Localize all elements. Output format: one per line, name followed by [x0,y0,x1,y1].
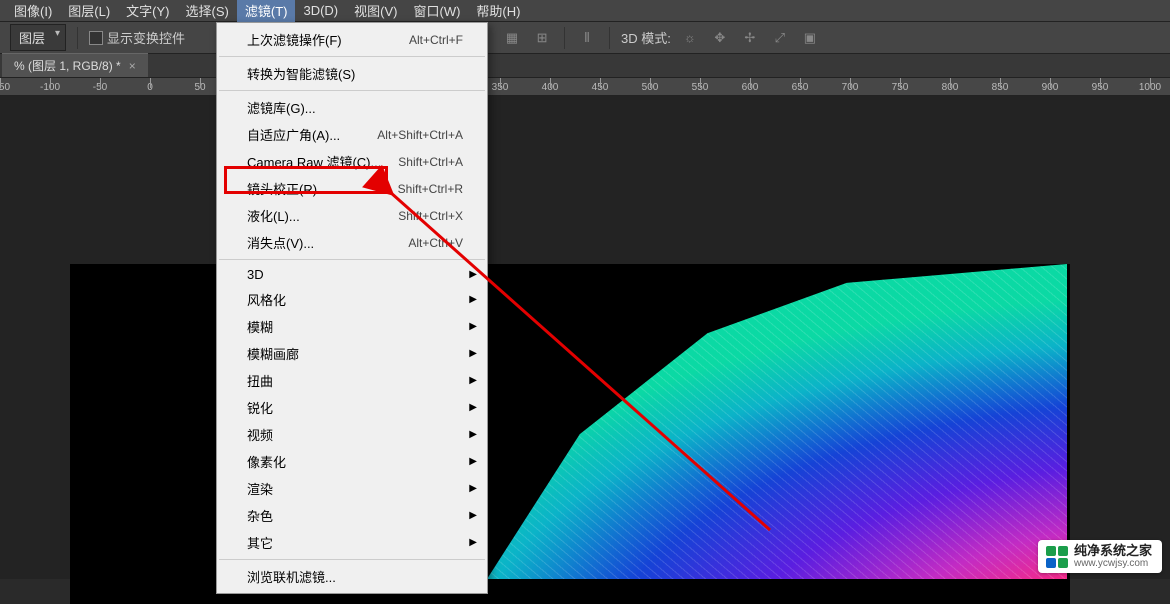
menu-label: 杂色 [247,506,273,525]
checkbox-icon [89,31,103,45]
menu-item[interactable]: 窗口(W) [405,0,468,22]
menu-submenu[interactable]: 锐化 ▶ [217,394,487,421]
menubar: 图像(I)图层(L)文字(Y)选择(S)滤镜(T)3D(D)视图(V)窗口(W)… [0,0,1170,22]
menu-submenu[interactable]: 模糊画廊 ▶ [217,340,487,367]
chevron-right-icon: ▶ [469,483,477,494]
document-tab-bar: % (图层 1, RGB/8) * × [0,54,1170,78]
menu-shortcut: Alt+Ctrl+V [408,236,463,250]
separator [564,27,565,49]
menu-label: 消失点(V)... [247,233,314,252]
chevron-right-icon: ▶ [469,269,477,280]
layer-dropdown[interactable]: 图层 [10,24,66,51]
menu-item[interactable]: 液化(L)... Shift+Ctrl+X [217,202,487,229]
document-tab[interactable]: % (图层 1, RGB/8) * × [2,53,148,77]
chevron-right-icon: ▶ [469,537,477,548]
align-icon[interactable]: ▦ [501,27,523,49]
chevron-right-icon: ▶ [469,429,477,440]
tab-title: % (图层 1, RGB/8) * [14,57,121,74]
menu-item[interactable]: 消失点(V)... Alt+Ctrl+V [217,229,487,256]
separator [609,27,610,49]
camera-icon[interactable]: ▣ [799,27,821,49]
show-transform-checkbox[interactable]: 显示变换控件 [89,28,185,47]
menu-label: 锐化 [247,398,273,417]
menu-last-filter[interactable]: 上次滤镜操作(F) Alt+Ctrl+F [217,26,487,53]
watermark-url: www.ycwjsy.com [1074,559,1152,569]
menu-label: 液化(L)... [247,206,300,225]
menu-submenu[interactable]: 3D ▶ [217,263,487,286]
distribute-icon[interactable]: ⫴ [576,27,598,49]
menu-submenu[interactable]: 模糊 ▶ [217,313,487,340]
menu-separator [219,56,485,57]
chevron-right-icon: ▶ [469,375,477,386]
checkbox-label: 显示变换控件 [107,28,185,47]
menu-submenu[interactable]: 扭曲 ▶ [217,367,487,394]
menu-submenu[interactable]: 其它 ▶ [217,529,487,556]
menu-item[interactable]: 滤镜(T) [237,0,296,22]
menu-label: 模糊 [247,317,273,336]
menu-item[interactable]: 视图(V) [346,0,405,22]
menu-shortcut: Shift+Ctrl+X [398,209,463,223]
watermark-logo-icon [1046,546,1068,568]
watermark: 纯净系统之家 www.ycwjsy.com [1038,540,1162,573]
menu-item[interactable]: 图像(I) [6,0,60,22]
menu-submenu[interactable]: 杂色 ▶ [217,502,487,529]
menu-item[interactable]: 滤镜库(G)... [217,94,487,121]
menu-label: 渲染 [247,479,273,498]
filter-menu: 上次滤镜操作(F) Alt+Ctrl+F 转换为智能滤镜(S) 滤镜库(G)..… [216,22,488,594]
menu-label: 模糊画廊 [247,344,299,363]
menu-item[interactable]: 选择(S) [178,0,237,22]
menu-item[interactable]: 3D(D) [295,1,346,20]
menu-item[interactable]: Camera Raw 滤镜(C)... Shift+Ctrl+A [217,148,487,175]
separator [77,27,78,49]
chevron-right-icon: ▶ [469,348,477,359]
menu-submenu[interactable]: 视频 ▶ [217,421,487,448]
menu-smart-filter[interactable]: 转换为智能滤镜(S) [217,60,487,87]
menu-submenu[interactable]: 像素化 ▶ [217,448,487,475]
menu-label: 转换为智能滤镜(S) [247,64,355,83]
move-icon[interactable]: ✢ [739,27,761,49]
menu-submenu[interactable]: 渲染 ▶ [217,475,487,502]
chevron-right-icon: ▶ [469,294,477,305]
menu-separator [219,559,485,560]
pan-icon[interactable]: ✥ [709,27,731,49]
menu-label: 视频 [247,425,273,444]
chevron-right-icon: ▶ [469,321,477,332]
menu-label: 像素化 [247,452,286,471]
chevron-right-icon: ▶ [469,510,477,521]
mode-label: 3D 模式: [621,28,671,47]
menu-item[interactable]: 帮助(H) [468,0,528,22]
menu-shortcut: Shift+Ctrl+A [398,155,463,169]
menu-submenu[interactable]: 风格化 ▶ [217,286,487,313]
menu-item[interactable]: 自适应广角(A)... Alt+Shift+Ctrl+A [217,121,487,148]
menu-label: 扭曲 [247,371,273,390]
menu-separator [219,90,485,91]
options-bar: 图层 显示变换控件 ▦ ⊞ ⫴ 3D 模式: ☼ ✥ ✢ ⤢ ▣ [0,22,1170,54]
menu-item[interactable]: 图层(L) [60,0,118,22]
ruler-horizontal: -150-100-5005010015020025030035040045050… [0,78,1170,96]
menu-item[interactable]: 文字(Y) [118,0,177,22]
close-icon[interactable]: × [129,59,136,73]
menu-label: 浏览联机滤镜... [247,567,336,586]
menu-browse-online[interactable]: 浏览联机滤镜... [217,563,487,590]
menu-label: Camera Raw 滤镜(C)... [247,152,381,171]
menu-item[interactable]: 镜头校正(R)... Shift+Ctrl+R [217,175,487,202]
menu-label: 上次滤镜操作(F) [247,30,342,49]
menu-shortcut: Shift+Ctrl+R [398,182,463,196]
menu-shortcut: Alt+Ctrl+F [409,33,463,47]
orbit-icon[interactable]: ☼ [679,27,701,49]
menu-label: 其它 [247,533,273,552]
chevron-right-icon: ▶ [469,456,477,467]
menu-label: 3D [247,267,264,282]
scale-icon[interactable]: ⤢ [769,27,791,49]
chevron-right-icon: ▶ [469,402,477,413]
watermark-title: 纯净系统之家 [1074,544,1152,557]
align-icon[interactable]: ⊞ [531,27,553,49]
menu-label: 风格化 [247,290,286,309]
menu-label: 滤镜库(G)... [247,98,316,117]
menu-label: 镜头校正(R)... [247,179,328,198]
menu-shortcut: Alt+Shift+Ctrl+A [377,128,463,142]
menu-separator [219,259,485,260]
menu-label: 自适应广角(A)... [247,125,340,144]
